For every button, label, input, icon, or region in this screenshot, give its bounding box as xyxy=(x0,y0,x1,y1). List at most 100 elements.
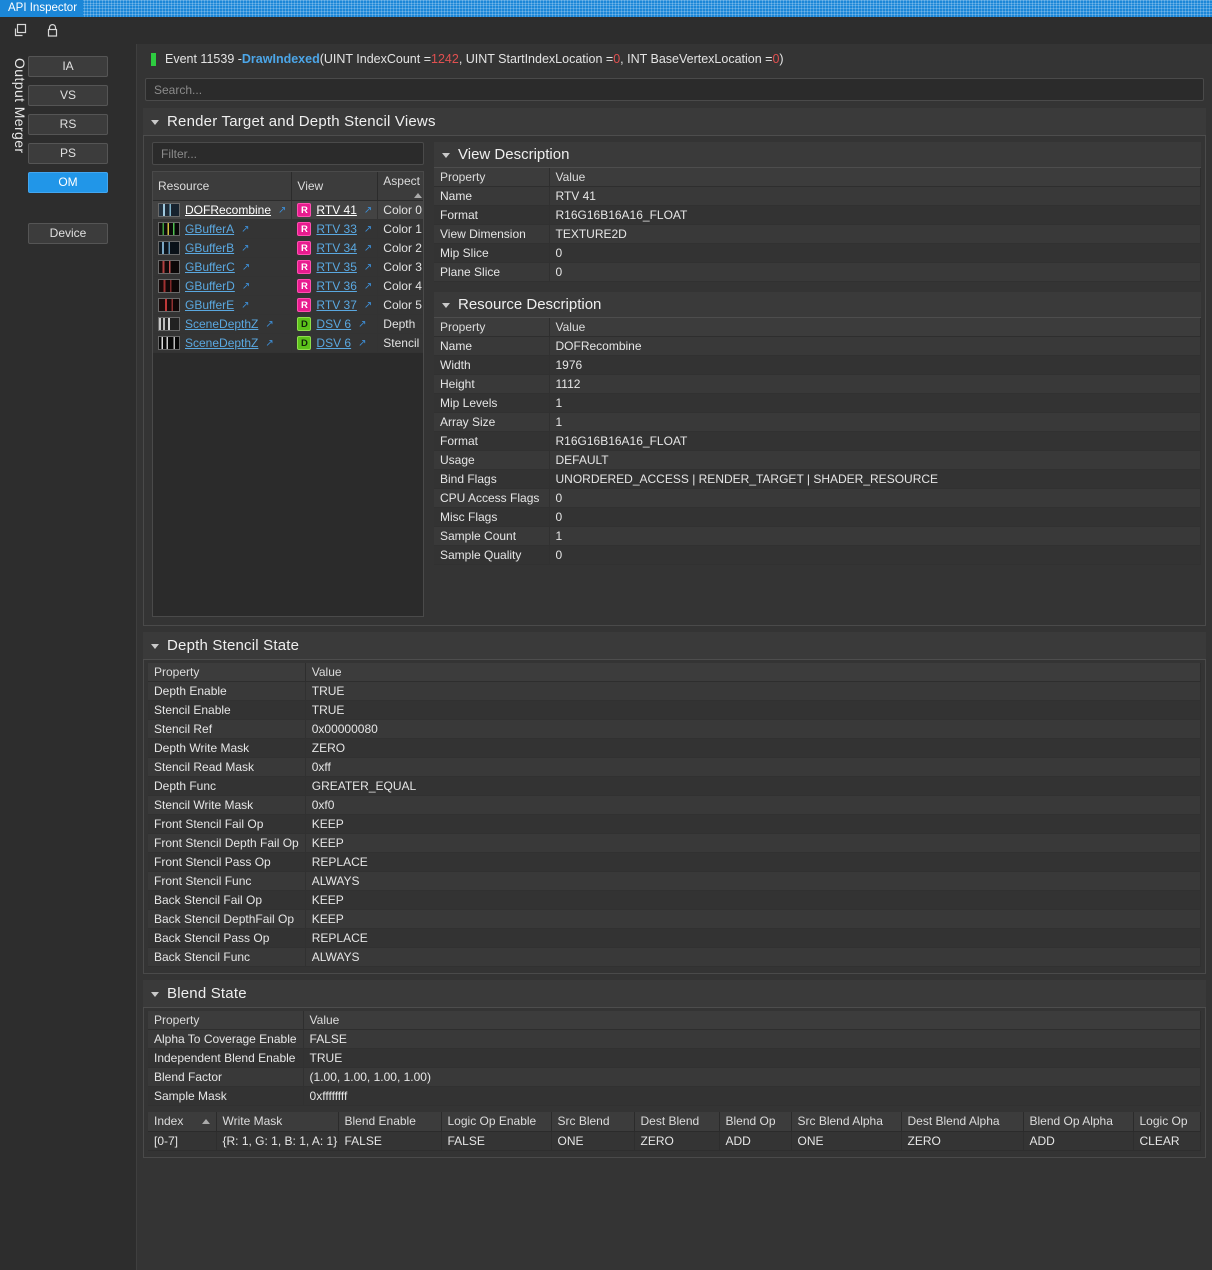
section-title-resource-description: Resource Description xyxy=(458,296,601,313)
stage-button-vs[interactable]: VS xyxy=(28,85,108,106)
open-external-icon[interactable]: ↗ xyxy=(364,224,372,235)
table-row[interactable]: SceneDepthZ ↗ D DSV 6 ↗ xyxy=(153,334,424,353)
open-external-icon[interactable]: ↗ xyxy=(242,281,250,292)
section-header-resource-description[interactable]: Resource Description xyxy=(434,292,1201,318)
resource-thumbnail[interactable] xyxy=(158,298,180,312)
column-header-blend-op[interactable]: Blend Op xyxy=(719,1112,791,1131)
cell-value: FALSE xyxy=(303,1030,1200,1049)
column-header-dest-blend[interactable]: Dest Blend xyxy=(634,1112,719,1131)
table-row[interactable]: SceneDepthZ ↗ D DSV 6 ↗ xyxy=(153,315,424,334)
table-row[interactable]: GBufferA ↗ R RTV 33 ↗ xyxy=(153,220,424,239)
resource-link[interactable]: SceneDepthZ xyxy=(185,317,258,331)
open-external-icon[interactable]: ↗ xyxy=(241,243,249,254)
table-row: Width 1976 xyxy=(434,356,1201,375)
open-external-icon[interactable]: ↗ xyxy=(364,262,372,273)
section-header-blend-state[interactable]: Blend State xyxy=(143,980,1206,1008)
lock-icon[interactable] xyxy=(42,21,62,41)
open-external-icon[interactable]: ↗ xyxy=(358,338,366,349)
resource-thumbnail[interactable] xyxy=(158,279,180,293)
resource-thumbnail[interactable] xyxy=(158,317,180,331)
cell-resource: GBufferC ↗ xyxy=(153,258,292,277)
open-external-icon[interactable]: ↗ xyxy=(242,262,250,273)
column-header-view[interactable]: View xyxy=(292,172,378,201)
section-title-render-targets: Render Target and Depth Stencil Views xyxy=(167,113,436,130)
resource-thumbnail[interactable] xyxy=(158,336,180,350)
column-header-logic-op[interactable]: Logic Op xyxy=(1133,1112,1201,1131)
sort-ascending-icon xyxy=(414,193,422,198)
resource-thumbnail[interactable] xyxy=(158,241,180,255)
view-link[interactable]: RTV 34 xyxy=(316,241,356,255)
open-external-icon[interactable]: ↗ xyxy=(358,319,366,330)
open-external-icon[interactable]: ↗ xyxy=(241,300,249,311)
view-link[interactable]: DSV 6 xyxy=(316,317,351,331)
cell-aspect: Color 5 xyxy=(378,296,424,315)
section-header-view-description[interactable]: View Description xyxy=(434,142,1201,168)
stage-button-om[interactable]: OM xyxy=(28,172,108,193)
cell-property: Front Stencil Depth Fail Op xyxy=(148,834,305,853)
window-titlebar[interactable]: API Inspector xyxy=(0,0,1212,17)
stage-button-ia[interactable]: IA xyxy=(28,56,108,77)
table-row[interactable]: GBufferC ↗ R RTV 35 ↗ xyxy=(153,258,424,277)
view-link[interactable]: RTV 36 xyxy=(316,279,356,293)
cell-value: R16G16B16A16_FLOAT xyxy=(549,432,1201,451)
column-header-src-blend-alpha[interactable]: Src Blend Alpha xyxy=(791,1112,901,1131)
resource-link[interactable]: GBufferB xyxy=(185,241,234,255)
open-external-icon[interactable]: ↗ xyxy=(364,243,372,254)
depth-stencil-header-row: Property Value xyxy=(148,663,1201,682)
resource-link[interactable]: GBufferC xyxy=(185,260,235,274)
resource-link[interactable]: GBufferE xyxy=(185,298,234,312)
stage-button-rs[interactable]: RS xyxy=(28,114,108,135)
column-header-logic-op-enable[interactable]: Logic Op Enable xyxy=(441,1112,551,1131)
table-row: Sample Mask 0xffffffff xyxy=(148,1087,1201,1106)
section-header-render-targets[interactable]: Render Target and Depth Stencil Views xyxy=(143,108,1206,136)
search-input[interactable]: Search... xyxy=(145,78,1204,101)
column-header-dest-blend-alpha[interactable]: Dest Blend Alpha xyxy=(901,1112,1023,1131)
table-row: Front Stencil Depth Fail Op KEEP xyxy=(148,834,1201,853)
duplicate-icon[interactable] xyxy=(10,21,30,41)
cell-property: Alpha To Coverage Enable xyxy=(148,1030,303,1049)
resource-link[interactable]: GBufferA xyxy=(185,222,234,236)
column-header-index[interactable]: Index xyxy=(148,1112,216,1131)
table-row[interactable]: GBufferE ↗ R RTV 37 ↗ xyxy=(153,296,424,315)
view-link[interactable]: RTV 33 xyxy=(316,222,356,236)
view-link[interactable]: RTV 35 xyxy=(316,260,356,274)
column-header-resource[interactable]: Resource xyxy=(153,172,292,201)
cell-value: KEEP xyxy=(305,891,1200,910)
table-row[interactable]: GBufferD ↗ R RTV 36 ↗ xyxy=(153,277,424,296)
stage-button-device[interactable]: Device xyxy=(28,223,108,244)
column-header-blend-enable[interactable]: Blend Enable xyxy=(338,1112,441,1131)
column-header-aspect[interactable]: Aspect xyxy=(378,172,424,201)
open-external-icon[interactable]: ↗ xyxy=(364,300,372,311)
view-link[interactable]: DSV 6 xyxy=(316,336,351,350)
resource-link[interactable]: SceneDepthZ xyxy=(185,336,258,350)
resource-link[interactable]: GBufferD xyxy=(185,279,235,293)
resource-table-container[interactable]: Resource View Aspect xyxy=(152,171,424,617)
stage-button-ps[interactable]: PS xyxy=(28,143,108,164)
column-header-write-mask[interactable]: Write Mask xyxy=(216,1112,338,1131)
resource-link[interactable]: DOFRecombine xyxy=(185,203,271,217)
cell-view: D DSV 6 ↗ xyxy=(292,315,378,334)
resource-filter-input[interactable]: Filter... xyxy=(152,142,424,165)
column-header-blend-op-alpha[interactable]: Blend Op Alpha xyxy=(1023,1112,1133,1131)
view-link[interactable]: RTV 41 xyxy=(316,203,356,217)
cell-blend-enable: FALSE xyxy=(338,1131,441,1150)
open-external-icon[interactable]: ↗ xyxy=(265,338,273,349)
open-external-icon[interactable]: ↗ xyxy=(364,205,372,216)
column-header-src-blend[interactable]: Src Blend xyxy=(551,1112,634,1131)
event-function-name[interactable]: DrawIndexed xyxy=(242,52,320,66)
cell-property: Back Stencil Func xyxy=(148,948,305,967)
table-row[interactable]: [0-7] {R: 1, G: 1, B: 1, A: 1} FALSE FAL… xyxy=(148,1131,1201,1150)
table-row[interactable]: GBufferB ↗ R RTV 34 ↗ xyxy=(153,239,424,258)
resource-thumbnail[interactable] xyxy=(158,222,180,236)
view-link[interactable]: RTV 37 xyxy=(316,298,356,312)
open-external-icon[interactable]: ↗ xyxy=(364,281,372,292)
open-external-icon[interactable]: ↗ xyxy=(241,224,249,235)
table-row: Depth Enable TRUE xyxy=(148,682,1201,701)
resource-thumbnail[interactable] xyxy=(158,203,180,217)
open-external-icon[interactable]: ↗ xyxy=(265,319,273,330)
table-row[interactable]: DOFRecombine ↗ R RTV 41 ↗ xyxy=(153,201,424,220)
section-header-depth-stencil-state[interactable]: Depth Stencil State xyxy=(143,632,1206,660)
cell-value: TEXTURE2D xyxy=(549,225,1201,244)
resource-thumbnail[interactable] xyxy=(158,260,180,274)
open-external-icon[interactable]: ↗ xyxy=(278,205,286,216)
